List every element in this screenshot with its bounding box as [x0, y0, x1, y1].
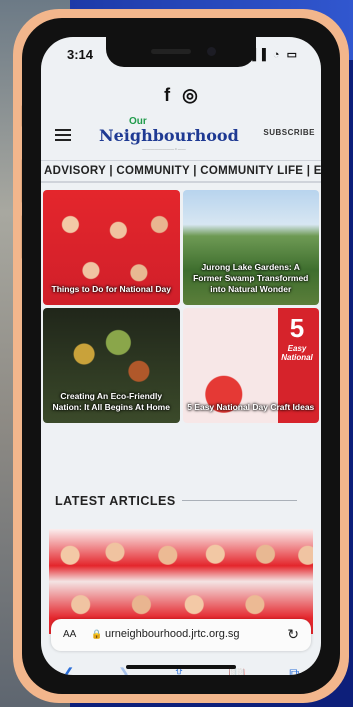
speaker	[151, 49, 191, 54]
phone-frame: 3:14 ▐▐ ◔ ▭ f ◎ Our Neighbourhood ——————…	[13, 9, 349, 703]
screen: 3:14 ▐▐ ◔ ▭ f ◎ Our Neighbourhood ——————…	[41, 37, 321, 675]
notch	[106, 37, 256, 67]
menu-icon[interactable]	[55, 129, 71, 144]
reload-icon[interactable]: ↻	[287, 626, 299, 643]
article-card-1[interactable]: Things to Do for National Day	[43, 190, 180, 305]
subscribe-button[interactable]: SUBSCRIBE	[263, 128, 315, 137]
site-logo[interactable]: Our Neighbourhood ———————— • ——	[99, 117, 239, 152]
latest-articles-heading: LATEST ARTICLES	[55, 492, 307, 508]
home-indicator[interactable]	[126, 665, 236, 669]
social-links: f ◎	[41, 79, 321, 111]
camera	[207, 47, 216, 56]
tabs-icon[interactable]: ⧉	[289, 665, 299, 676]
latest-articles-title: LATEST ARTICLES	[55, 494, 182, 508]
category-nav[interactable]: ADVISORY | COMMUNITY | COMMUNITY LIFE | …	[41, 160, 321, 183]
site-header: Our Neighbourhood ———————— • —— SUBSCRIB…	[41, 115, 321, 155]
article-card-4[interactable]: 5 Easy National 5 Easy National Day Craf…	[182, 308, 319, 423]
address-bar[interactable]: AA 🔒 urneighbourhood.jrtc.org.sg ↻	[51, 619, 311, 651]
url-text[interactable]: urneighbourhood.jrtc.org.sg	[105, 628, 240, 640]
article-caption: Creating An Eco-Friendly Nation: It All …	[52, 391, 170, 412]
back-icon[interactable]: ❮	[63, 665, 75, 676]
phone-bezel: 3:14 ▐▐ ◔ ▭ f ◎ Our Neighbourhood ——————…	[22, 18, 340, 694]
card-overlay-text: Easy National	[281, 344, 313, 362]
instagram-icon[interactable]: ◎	[182, 85, 198, 106]
card-overlay-number: 5	[289, 313, 305, 343]
featured-grid: Things to Do for National Day Jurong Lak…	[43, 190, 319, 423]
article-card-3[interactable]: Creating An Eco-Friendly Nation: It All …	[43, 308, 180, 423]
lock-icon: 🔒	[91, 629, 103, 639]
reader-options-button[interactable]: AA	[63, 629, 76, 640]
logo-name: Neighbourhood	[99, 126, 239, 145]
article-caption: Jurong Lake Gardens: A Former Swamp Tran…	[193, 262, 309, 294]
article-caption: Things to Do for National Day	[51, 284, 171, 294]
logo-tagline: ———————— • ——	[142, 146, 186, 151]
facebook-icon[interactable]: f	[164, 85, 170, 106]
status-time: 3:14	[67, 47, 94, 62]
article-card-2[interactable]: Jurong Lake Gardens: A Former Swamp Tran…	[182, 190, 319, 305]
article-caption: 5 Easy National Day Craft Ideas	[187, 402, 315, 412]
